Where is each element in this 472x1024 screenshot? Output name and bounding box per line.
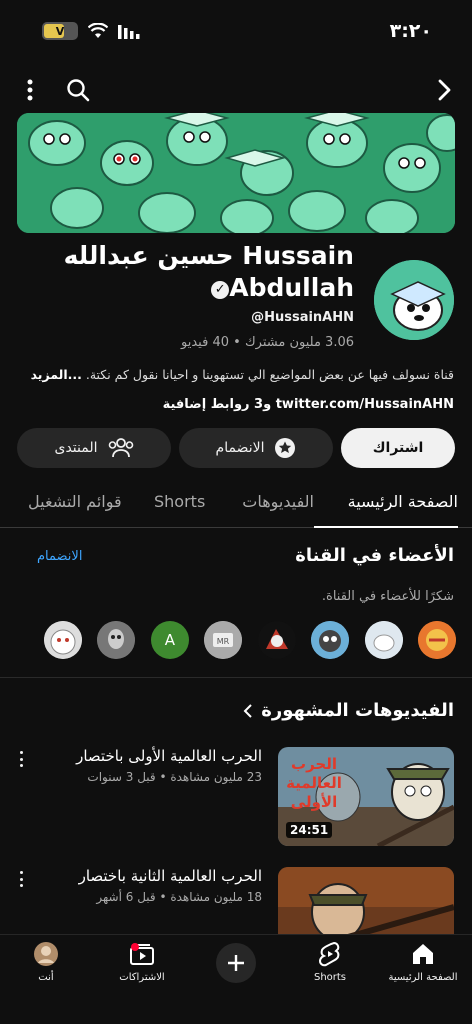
join-button[interactable]: الانضمام [179, 428, 333, 468]
plus-icon [228, 955, 244, 971]
back-arrow-icon[interactable] [428, 74, 460, 106]
action-buttons: اشتراك الانضمام المنتدى [17, 428, 455, 468]
avatar[interactable]: A [150, 621, 189, 659]
members-join-link[interactable]: الانضمام [37, 549, 82, 564]
members-subtitle: شكرًا للأعضاء في القناة. [321, 589, 454, 604]
thumbnail-text: الحرب العالمية الأولى [286, 755, 342, 811]
wifi-icon [88, 23, 108, 38]
battery-icon: V [42, 22, 78, 40]
tab-home[interactable]: الصفحة الرئيسية [348, 492, 458, 511]
member-avatars: MR A [44, 621, 456, 659]
channel-banner [17, 113, 455, 233]
video-title[interactable]: الحرب العالمية الثانية باختصار [32, 867, 262, 885]
subscriptions-icon [130, 943, 154, 965]
svg-text:MR: MR [217, 637, 230, 646]
home-icon [413, 944, 433, 964]
nav-home[interactable]: الصفحة الرئيسية [378, 941, 468, 983]
community-button[interactable]: المنتدى [17, 428, 171, 468]
link-text[interactable]: twitter.com/HussainAHN [276, 397, 454, 412]
video-meta: 23 مليون مشاهدة • قبل 3 سنوات [87, 770, 262, 784]
nav-you[interactable]: أنت [1, 941, 91, 983]
section-divider [0, 677, 472, 678]
video-more-icon[interactable] [14, 749, 28, 769]
channel-tabs: الصفحة الرئيسية الفيديوهات Shorts قوائم … [0, 478, 472, 528]
signal-icon [118, 25, 140, 39]
top-bar [0, 68, 472, 112]
status-icons: V [42, 22, 142, 40]
star-badge-icon [275, 438, 296, 458]
status-time: ٣:٢٠ [389, 20, 432, 42]
avatar[interactable] [311, 621, 350, 659]
chevron-right-icon [243, 703, 252, 718]
avatar[interactable] [97, 621, 136, 659]
more-link[interactable]: ...المزيد [31, 367, 82, 382]
video-meta: 18 مليون مشاهدة • قبل 6 أشهر [96, 890, 262, 904]
profile-avatar-icon [34, 942, 58, 966]
members-title: الأعضاء في القناة [295, 545, 454, 566]
video-thumbnail[interactable]: الحرب العالمية الأولى 24:51 [278, 747, 454, 846]
channel-avatar[interactable] [374, 260, 454, 340]
avatar[interactable] [257, 621, 296, 659]
tab-videos[interactable]: الفيديوهات [242, 492, 314, 511]
video-title[interactable]: الحرب العالمية الأولى باختصار [32, 747, 262, 765]
tab-shorts[interactable]: Shorts [154, 492, 205, 511]
more-options-icon[interactable] [14, 74, 46, 106]
channel-links[interactable]: twitter.com/HussainAHN و3 روابط إضافية [14, 397, 454, 412]
avatar[interactable] [44, 621, 83, 659]
search-icon[interactable] [62, 74, 94, 106]
tab-playlists[interactable]: قوائم التشغيل [28, 492, 122, 511]
avatar[interactable] [364, 621, 403, 659]
subscribe-button[interactable]: اشتراك [341, 428, 455, 468]
shorts-icon [318, 941, 340, 967]
video-more-icon[interactable] [14, 869, 28, 889]
nav-shorts[interactable]: Shorts [285, 941, 375, 983]
status-bar: V ٣:٢٠ [0, 0, 472, 62]
bottom-navigation: الصفحة الرئيسية Shorts الاشتراكات أنت [0, 934, 472, 1024]
channel-handle: @HussainAHN [251, 310, 354, 325]
active-tab-indicator [314, 526, 458, 528]
verified-badge-icon: ✓ [211, 281, 230, 299]
people-icon [108, 438, 133, 458]
nav-subscriptions[interactable]: الاشتراكات [97, 941, 187, 983]
avatar[interactable] [418, 621, 456, 659]
avatar[interactable]: MR [204, 621, 243, 659]
popular-videos-header[interactable]: الفيديوهات المشهورة [243, 700, 454, 721]
channel-name: حسين عبدالله Hussain ✓ Abdullah [63, 241, 354, 302]
channel-stats: 3.06 مليون مشترك • 40 فيديو [181, 335, 354, 350]
create-button[interactable] [216, 943, 256, 983]
video-item[interactable]: الحرب العالمية الأولى 24:51 الحرب العالم… [14, 747, 454, 847]
channel-description[interactable]: قناة نسولف فيها عن بعض المواضيع الي تسته… [14, 367, 454, 382]
video-duration: 24:51 [286, 822, 333, 838]
